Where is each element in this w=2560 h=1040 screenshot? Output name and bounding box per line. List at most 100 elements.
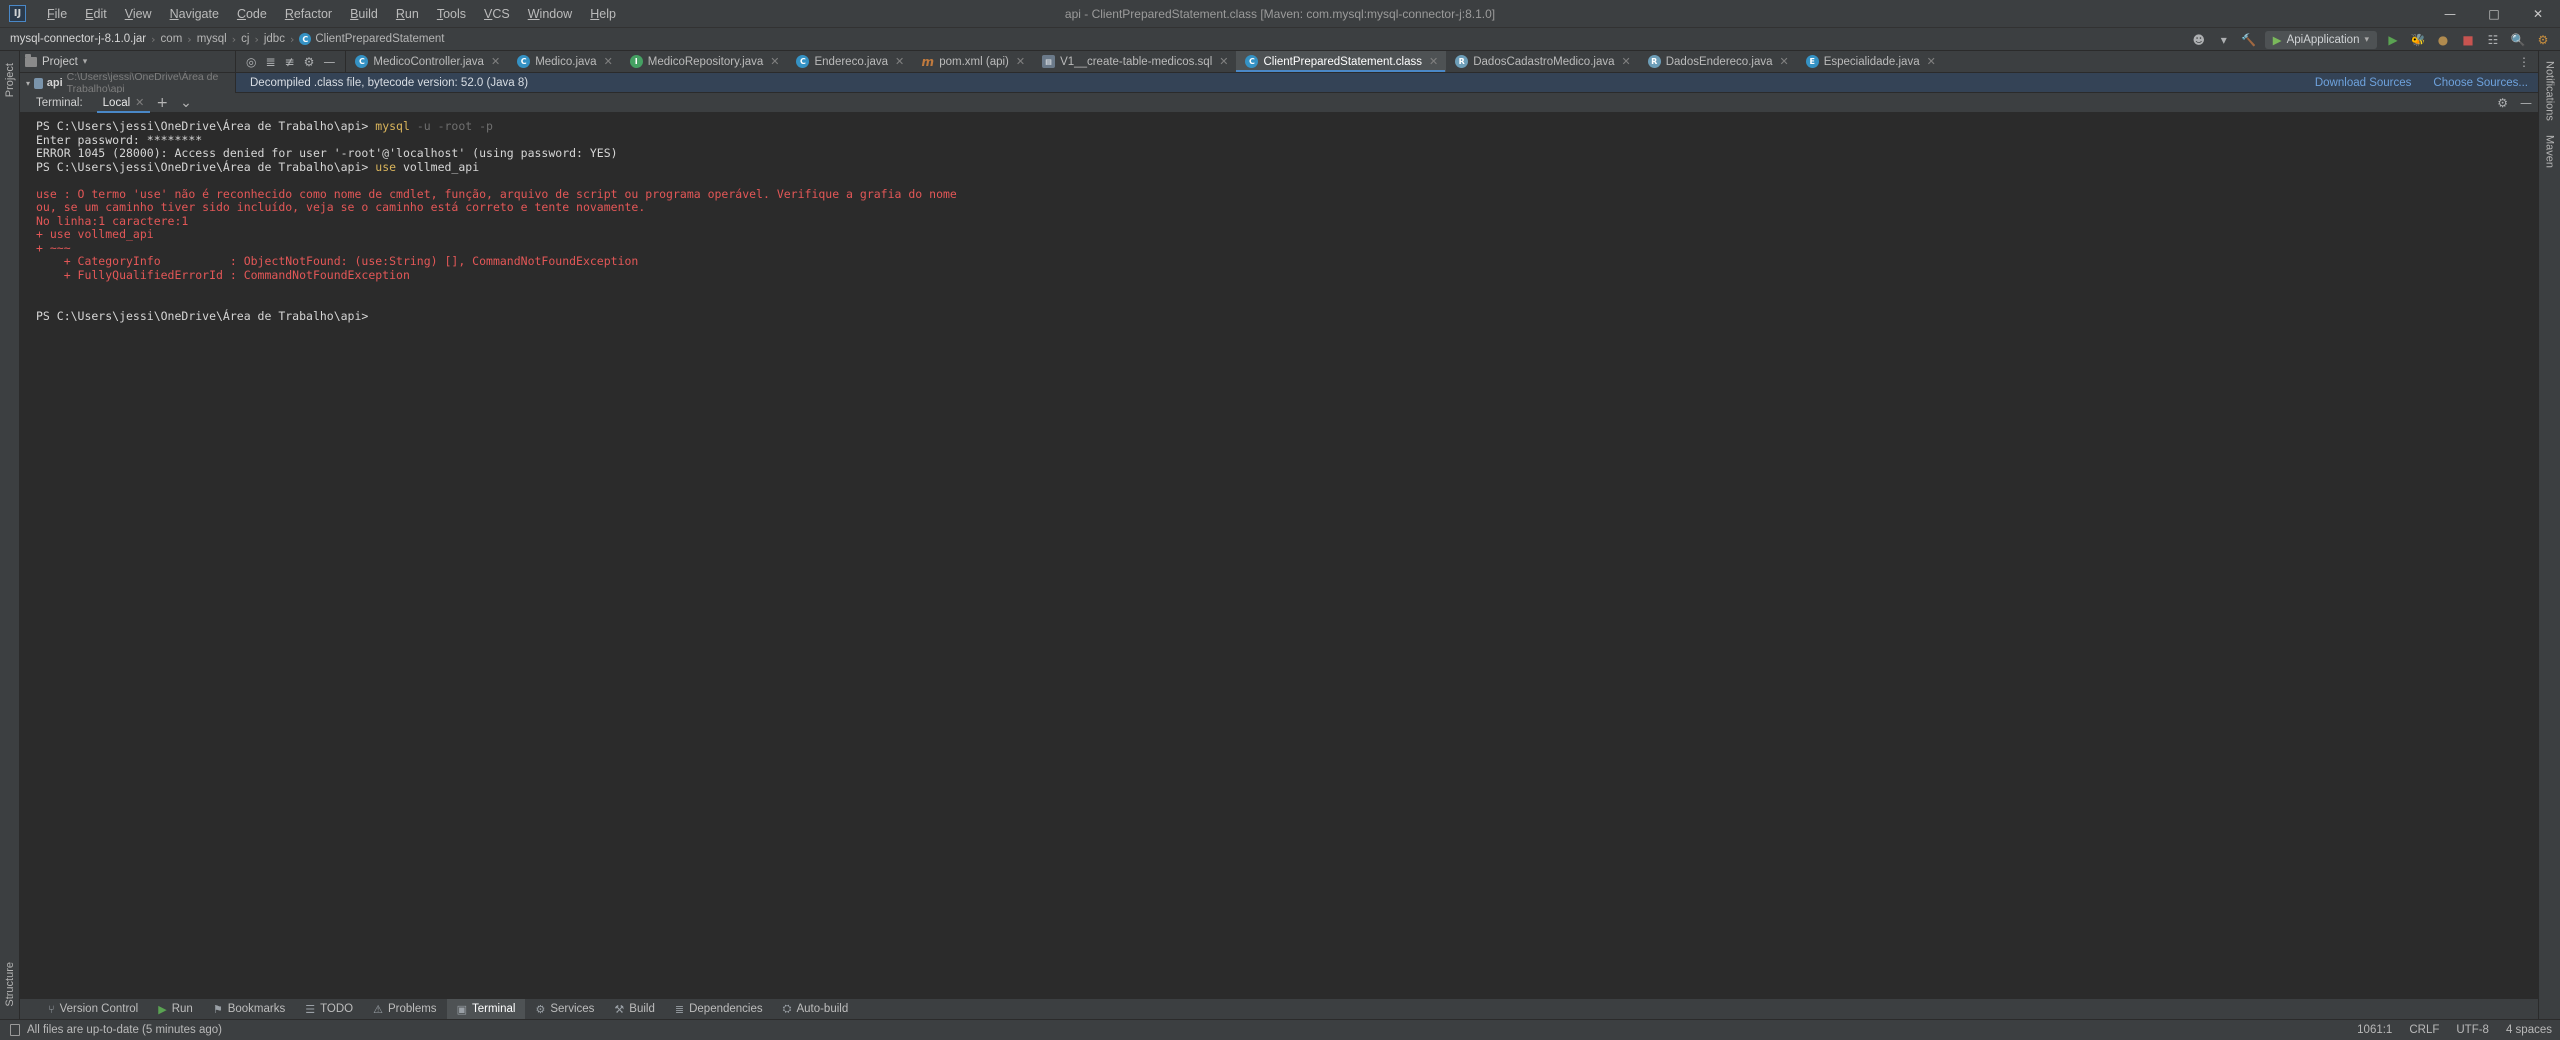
menu-item-build[interactable]: Build <box>341 4 387 24</box>
r-file-icon: R <box>1455 55 1469 68</box>
gear-icon[interactable]: ⚙ <box>304 55 315 69</box>
menu-item-vcs[interactable]: VCS <box>475 4 519 24</box>
minimize-icon[interactable]: — <box>323 55 335 69</box>
chevron-down-icon[interactable]: ⌄ <box>174 95 198 111</box>
main-area: Project Structure Project ▾ ◎ ≣ ≢ ⚙ — CM… <box>0 51 2560 1020</box>
menu-item-edit[interactable]: Edit <box>76 4 116 24</box>
services-icon: ⚙ <box>535 1002 546 1016</box>
editor-tab-label: ClientPreparedStatement.class <box>1263 55 1422 68</box>
terminal-tab-local[interactable]: Local ✕ <box>96 93 151 113</box>
gear-icon[interactable]: ⚙ <box>2497 96 2508 110</box>
menu-item-navigate[interactable]: Navigate <box>161 4 228 24</box>
breadcrumb-item-5[interactable]: C ClientPreparedStatement <box>295 32 448 46</box>
minimize-button[interactable]: — <box>2428 0 2472 28</box>
search-icon[interactable]: 🔍 <box>2509 31 2527 49</box>
editor-tab-pom-xml-api-[interactable]: m pom.xml (api) ✕ <box>912 51 1033 72</box>
editor-tab-dadosendereco-java[interactable]: R DadosEndereco.java ✕ <box>1639 51 1797 72</box>
close-icon[interactable]: ✕ <box>135 96 144 109</box>
tool-window-button-dependencies[interactable]: ≣ Dependencies <box>665 999 773 1020</box>
tool-window-button-terminal[interactable]: ▣ Terminal <box>446 998 526 1020</box>
sidebar-item-structure[interactable]: Structure <box>2 954 18 1015</box>
sidebar-item-project[interactable]: Project <box>2 55 18 105</box>
run-icon[interactable]: ▶ <box>2384 31 2402 49</box>
tool-window-button-bookmarks[interactable]: ⚑ Bookmarks <box>203 999 295 1020</box>
debug-icon[interactable]: 🐝 <box>2409 31 2427 49</box>
bookmark-icon: ⚑ <box>212 1002 223 1016</box>
terminal-segment: + FullyQualifiedErrorId : CommandNotFoun… <box>36 268 410 283</box>
terminal-line: + CategoryInfo : ObjectNotFound: (use:St… <box>36 255 2538 269</box>
close-icon[interactable]: ✕ <box>1429 55 1438 68</box>
tool-window-button-version-control[interactable]: ⑂ Version Control <box>38 999 148 1020</box>
hammer-icon[interactable]: 🔨 <box>2240 31 2258 49</box>
editor-tab-medico-java[interactable]: C Medico.java ✕ <box>508 51 621 72</box>
menu-item-refactor[interactable]: Refactor <box>276 4 341 24</box>
menu-item-file[interactable]: File <box>38 4 76 24</box>
menu-item-tools[interactable]: Tools <box>428 4 475 24</box>
structure-tool-label: Structure <box>3 962 16 1007</box>
terminal-output[interactable]: PS C:\Users\jessi\OneDrive\Área de Traba… <box>20 113 2538 998</box>
close-icon[interactable]: ✕ <box>1779 55 1788 68</box>
tool-window-button-run[interactable]: ▶ Run <box>148 999 203 1020</box>
module-name[interactable]: api <box>47 77 63 89</box>
maximize-button[interactable]: □ <box>2472 0 2516 28</box>
autobuild-icon: ⛭ <box>782 1002 792 1015</box>
choose-sources-link[interactable]: Choose Sources... <box>2433 77 2528 89</box>
menu-item-view[interactable]: View <box>116 4 161 24</box>
close-icon[interactable]: ✕ <box>491 55 500 68</box>
new-terminal-icon[interactable]: + <box>150 95 174 111</box>
tool-window-button-todo[interactable]: ☰ TODO <box>295 999 363 1020</box>
breadcrumb-item-2[interactable]: mysql <box>193 32 231 46</box>
file-encoding[interactable]: UTF-8 <box>2456 1024 2489 1036</box>
indent-setting[interactable]: 4 spaces <box>2506 1024 2552 1036</box>
menu-item-window[interactable]: Window <box>519 4 581 24</box>
file-icon <box>10 1024 20 1036</box>
coverage-icon[interactable]: ● <box>2434 31 2452 49</box>
stop-icon[interactable]: ■ <box>2459 31 2477 49</box>
tool-window-button-services[interactable]: ⚙ Services <box>525 999 604 1020</box>
breadcrumb-item-1[interactable]: com <box>157 32 187 46</box>
breadcrumb-item-4[interactable]: jdbc <box>260 32 289 46</box>
close-icon[interactable]: ✕ <box>770 55 779 68</box>
editor-tab-clientpreparedstatement-class[interactable]: C ClientPreparedStatement.class ✕ <box>1236 51 1447 72</box>
close-icon[interactable]: ✕ <box>1622 55 1631 68</box>
more-tabs-icon[interactable]: ⋮ <box>2518 55 2530 69</box>
close-icon[interactable]: ✕ <box>895 55 904 68</box>
caret-position[interactable]: 1061:1 <box>2357 1024 2392 1036</box>
expand-all-icon[interactable]: ≢ <box>285 55 295 69</box>
gear-icon[interactable]: ⚙ <box>2534 31 2552 49</box>
tool-window-button-auto-build[interactable]: ⛭ Auto-build <box>773 999 859 1020</box>
close-icon[interactable]: ✕ <box>604 55 613 68</box>
chevron-down-icon[interactable]: ▾ <box>26 79 30 88</box>
run-configuration-selector[interactable]: ▶ ApiApplication ▾ <box>2264 30 2377 49</box>
account-icon[interactable]: ☻ <box>2190 31 2208 49</box>
download-sources-link[interactable]: Download Sources <box>2315 77 2412 89</box>
menu-item-help[interactable]: Help <box>581 4 625 24</box>
breadcrumb-item-0[interactable]: mysql-connector-j-8.1.0.jar <box>6 32 150 46</box>
editor-tab-dadoscadastromedico-java[interactable]: R DadosCadastroMedico.java ✕ <box>1446 51 1639 72</box>
menu-item-code[interactable]: Code <box>228 4 276 24</box>
close-icon[interactable]: ✕ <box>1927 55 1936 68</box>
chevron-down-icon[interactable]: ▾ <box>2215 31 2233 49</box>
tool-window-label: Dependencies <box>689 1003 763 1015</box>
breadcrumb-item-3[interactable]: cj <box>237 32 253 46</box>
editor-tab-medicorepository-java[interactable]: I MedicoRepository.java ✕ <box>621 51 788 72</box>
close-button[interactable]: ✕ <box>2516 0 2560 28</box>
sidebar-item-maven[interactable]: Maven <box>2544 131 2556 172</box>
editor-tab-endereco-java[interactable]: C Endereco.java ✕ <box>787 51 912 72</box>
line-separator[interactable]: CRLF <box>2409 1024 2439 1036</box>
editor-tab-especialidade-java[interactable]: E Especialidade.java ✕ <box>1797 51 1944 72</box>
collapse-all-icon[interactable]: ≣ <box>265 55 275 69</box>
chevron-down-icon[interactable]: ▾ <box>83 57 88 67</box>
tool-window-button-problems[interactable]: ⚠ Problems <box>363 999 446 1020</box>
sidebar-item-notifications[interactable]: Notifications <box>2544 57 2556 125</box>
sql-file-icon: ▤ <box>1042 55 1056 68</box>
minimize-icon[interactable]: — <box>2520 96 2532 110</box>
tool-window-button-build[interactable]: ⚒ Build <box>604 999 664 1020</box>
close-icon[interactable]: ✕ <box>1219 55 1228 68</box>
close-icon[interactable]: ✕ <box>1016 55 1025 68</box>
menu-item-run[interactable]: Run <box>387 4 428 24</box>
target-icon[interactable]: ◎ <box>246 55 256 69</box>
editor-tab-v1-create-table-medicos-sql[interactable]: ▤ V1__create-table-medicos.sql ✕ <box>1033 51 1236 72</box>
profiler-icon[interactable]: ☷ <box>2484 31 2502 49</box>
editor-tab-medicocontroller-java[interactable]: C MedicoController.java ✕ <box>346 51 508 72</box>
